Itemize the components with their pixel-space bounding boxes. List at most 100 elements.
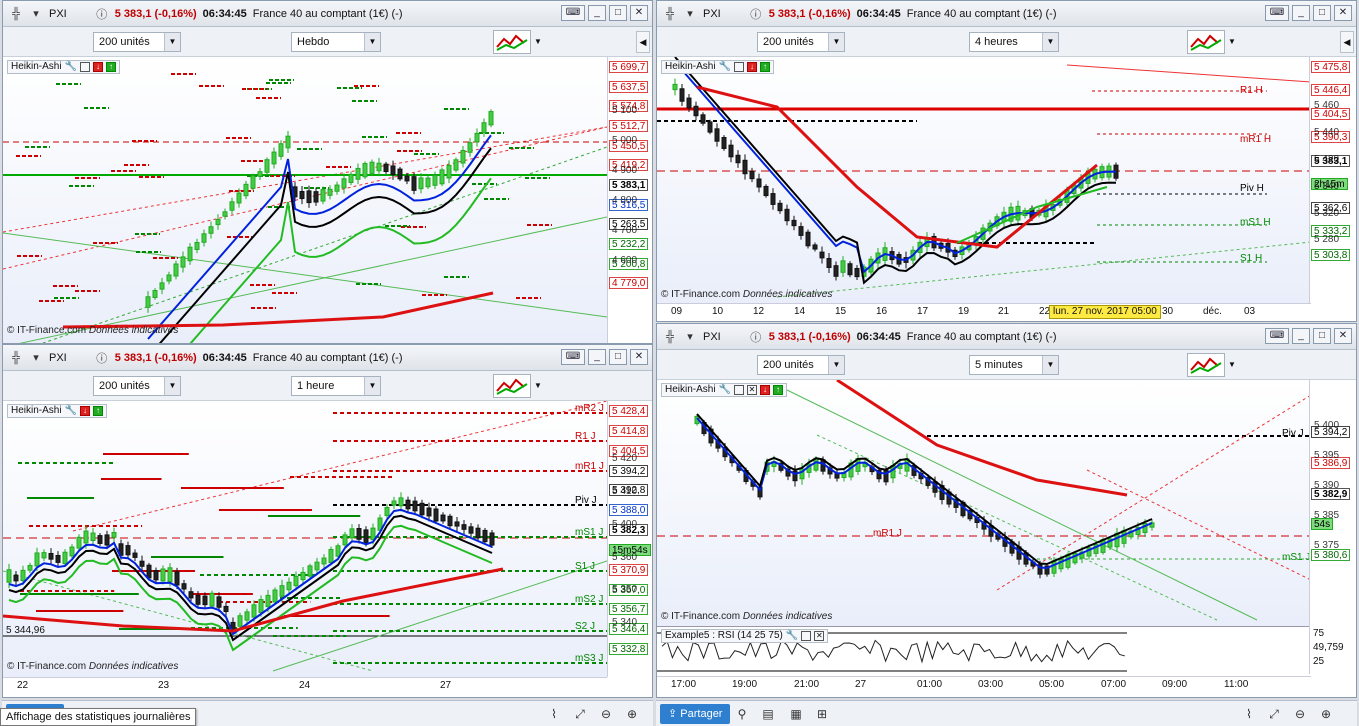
zoom-out-icon[interactable]: ⊖ — [598, 706, 614, 722]
heikin-ashi-indicator[interactable]: Heikin-Ashi 🔧 ✕ ↓ ↑ — [661, 383, 788, 397]
close-button[interactable]: ✕ — [1334, 328, 1352, 344]
compare-icon[interactable]: ⊞ — [814, 706, 830, 722]
period-select[interactable]: 1 heure ▼ — [291, 376, 381, 396]
indicator-chart-icon[interactable] — [493, 30, 531, 54]
price-chart[interactable]: Heikin-Ashi 🔧 ↓ ↑ © IT-Finance.com Donné… — [657, 57, 1311, 303]
close-button[interactable]: ✕ — [630, 5, 648, 21]
info-icon[interactable]: ⓘ — [749, 7, 763, 21]
zoom-fit-icon[interactable]: ⤢ — [572, 706, 588, 722]
period-select[interactable]: 5 minutes ▼ — [969, 355, 1059, 375]
chevron-down-icon[interactable]: ▾ — [29, 351, 43, 365]
units-select[interactable]: 200 unités ▼ — [757, 32, 845, 52]
indicator-chart-icon[interactable] — [1187, 30, 1225, 54]
chevron-down-icon[interactable]: ▼ — [532, 30, 544, 54]
keyboard-icon[interactable]: ⌨ — [561, 349, 585, 365]
panel-titlebar[interactable]: ╬ ▾ PXI ⓘ 5 383,1 (-0,16%) 06:34:45 Fran… — [3, 345, 652, 371]
chart-type-icon[interactable]: ╬ — [663, 330, 677, 344]
minimize-button[interactable]: _ — [1292, 328, 1310, 344]
info-icon[interactable]: ⓘ — [749, 330, 763, 344]
price-chart[interactable]: Heikin-Ashi 🔧 ✕ ↓ ↑ © IT-Finance.com Don… — [657, 380, 1311, 626]
close-button[interactable]: ✕ — [1334, 5, 1352, 21]
rsi-panel[interactable]: Example5 : RSI (14 25 75) 🔧 ✕ — [657, 626, 1311, 674]
panel-titlebar[interactable]: ╬ ▾ PXI ⓘ 5 383,1 (-0,16%) 06:34:45 Fran… — [657, 324, 1356, 350]
keyboard-icon[interactable]: ⌨ — [1265, 328, 1289, 344]
time-axis[interactable]: 09101214151617192122232930déc.03lun. 27 … — [657, 303, 1311, 321]
close-circle-icon[interactable]: ✕ — [747, 385, 758, 395]
zoom-in-icon[interactable]: ⊕ — [624, 706, 640, 722]
chevron-down-icon[interactable]: ▾ — [29, 7, 43, 21]
move-up-icon[interactable]: ↑ — [773, 385, 784, 395]
indicator-chart-icon[interactable] — [1187, 353, 1225, 377]
side-panel-tab[interactable]: ◀ — [1340, 31, 1354, 53]
chevron-down-icon[interactable]: ▼ — [532, 374, 544, 398]
zoom-in-icon[interactable]: ⊕ — [1318, 706, 1334, 722]
close-button[interactable]: ✕ — [630, 349, 648, 365]
units-select[interactable]: 200 unités ▼ — [757, 355, 845, 375]
keyboard-icon[interactable]: ⌨ — [1265, 5, 1289, 21]
window-icon[interactable] — [801, 631, 812, 641]
info-icon[interactable]: ⓘ — [95, 7, 109, 21]
price-axis[interactable]: 5 699,7 5 637,5 5 574,8 5 512,7 5 450,5 5 419… — [607, 57, 652, 343]
lock-icon[interactable]: ⚲ — [734, 706, 750, 722]
minimize-button[interactable]: _ — [588, 5, 606, 21]
chevron-down-icon[interactable]: ▼ — [1226, 353, 1238, 377]
units-select[interactable]: 200 unités ▼ — [93, 32, 181, 52]
wrench-icon[interactable]: 🔧 — [719, 384, 731, 396]
panel-titlebar[interactable]: ╬ ▾ PXI ⓘ 5 383,1 (-0,16%) 06:34:45 Fran… — [657, 1, 1356, 27]
zoom-out-icon[interactable]: ⊖ — [1292, 706, 1308, 722]
price-axis[interactable]: 5 394,2 5 386,9 5 382,9 54s 5 380,6 5 400 5 39… — [1309, 380, 1356, 626]
chart-type-icon[interactable]: ╬ — [9, 351, 23, 365]
window-icon[interactable] — [734, 62, 745, 72]
print-icon[interactable]: ▤ — [760, 706, 776, 722]
wrench-icon[interactable]: 🔧 — [719, 61, 731, 73]
price-axis[interactable]: 5 428,4 5 414,8 5 404,5 5 394,2 5 392,8 5 388… — [607, 401, 652, 677]
share-button[interactable]: ⇪ Partager — [660, 704, 731, 724]
price-axis[interactable]: 5 475,8 5 446,4 5 404,5 5 390,3 5 383,1 2h15m… — [1309, 57, 1356, 303]
chevron-down-icon[interactable]: ▾ — [683, 7, 697, 21]
minimize-button[interactable]: _ — [1292, 5, 1310, 21]
maximize-button[interactable]: □ — [1313, 328, 1331, 344]
heikin-ashi-indicator[interactable]: Heikin-Ashi 🔧 ↓ ↑ — [7, 404, 108, 418]
time-axis[interactable]: 22 23 24 27 — [3, 677, 607, 695]
move-up-icon[interactable]: ↑ — [93, 406, 104, 416]
price-chart[interactable]: Heikin-Ashi 🔧 ↓ ↑ 5 344,96 © IT-Finance.… — [3, 401, 607, 677]
indicator-chart-icon[interactable] — [493, 374, 531, 398]
move-up-icon[interactable]: ↑ — [106, 62, 117, 72]
heikin-ashi-indicator[interactable]: Heikin-Ashi 🔧 ↓ ↑ — [661, 60, 775, 74]
close-circle-icon[interactable]: ✕ — [814, 631, 825, 641]
panel-titlebar[interactable]: ╬ ▾ PXI ⓘ 5 383,1 (-0,16%) 06:34:45 Fran… — [3, 1, 652, 27]
period-select[interactable]: Hebdo ▼ — [291, 32, 381, 52]
info-icon[interactable]: ⓘ — [95, 351, 109, 365]
move-up-icon[interactable]: ↑ — [760, 62, 771, 72]
window-icon[interactable] — [80, 62, 91, 72]
grid-icon[interactable]: ⌇ — [1241, 706, 1257, 722]
price-chart[interactable]: Heikin-Ashi 🔧 ↓ ↑ © IT-Finance.com Donné… — [3, 57, 607, 343]
heikin-ashi-indicator[interactable]: Heikin-Ashi 🔧 ↓ ↑ — [7, 60, 121, 74]
move-down-icon[interactable]: ↓ — [747, 62, 758, 72]
window-icon[interactable] — [734, 385, 745, 395]
units-select[interactable]: 200 unités ▼ — [93, 376, 181, 396]
rsi-indicator[interactable]: Example5 : RSI (14 25 75) 🔧 ✕ — [661, 629, 829, 643]
time-axis[interactable]: 17:00 19:00 21:00 27 01:00 03:00 05:00 07:00 09:… — [657, 676, 1311, 694]
move-down-icon[interactable]: ↓ — [80, 406, 91, 416]
maximize-button[interactable]: □ — [609, 349, 627, 365]
maximize-button[interactable]: □ — [609, 5, 627, 21]
move-down-icon[interactable]: ↓ — [93, 62, 104, 72]
period-select[interactable]: 4 heures ▼ — [969, 32, 1059, 52]
chevron-down-icon: ▼ — [1042, 356, 1058, 374]
indicator-icon[interactable]: ⌇ — [546, 706, 562, 722]
wrench-icon[interactable]: 🔧 — [786, 630, 798, 642]
keyboard-icon[interactable]: ⌨ — [561, 5, 585, 21]
move-down-icon[interactable]: ↓ — [760, 385, 771, 395]
maximize-button[interactable]: □ — [1313, 5, 1331, 21]
chart-type-icon[interactable]: ╬ — [9, 7, 23, 21]
wrench-icon[interactable]: 🔧 — [65, 61, 77, 73]
calendar-icon[interactable]: ▦ — [788, 706, 804, 722]
minimize-button[interactable]: _ — [588, 349, 606, 365]
zoom-fit-icon[interactable]: ⤢ — [1266, 706, 1282, 722]
chevron-down-icon[interactable]: ▾ — [683, 330, 697, 344]
wrench-icon[interactable]: 🔧 — [65, 405, 77, 417]
chevron-down-icon[interactable]: ▼ — [1226, 30, 1238, 54]
chart-type-icon[interactable]: ╬ — [663, 7, 677, 21]
side-panel-tab[interactable]: ◀ — [636, 31, 650, 53]
